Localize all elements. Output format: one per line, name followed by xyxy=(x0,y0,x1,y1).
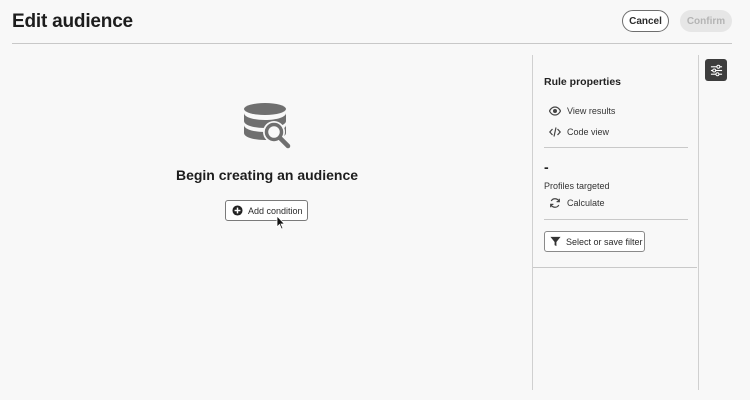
panel-divider xyxy=(544,219,688,220)
refresh-icon xyxy=(550,198,560,208)
filter-icon xyxy=(550,236,561,247)
database-search-icon xyxy=(244,103,291,149)
view-results-button[interactable]: View results xyxy=(549,105,615,117)
mouse-pointer-icon xyxy=(276,215,286,230)
page-header: Edit audience Cancel Confirm xyxy=(0,0,750,44)
empty-state-title: Begin creating an audience xyxy=(175,167,359,183)
header-divider xyxy=(12,43,732,44)
panel-title: Rule properties xyxy=(544,76,622,88)
profiles-targeted-label: Profiles targeted xyxy=(544,181,610,191)
rule-properties-panel: Rule properties View results Code view -… xyxy=(532,55,699,390)
panel-divider xyxy=(533,267,697,268)
add-condition-label: Add condition xyxy=(248,205,303,216)
audience-canvas xyxy=(0,45,532,400)
code-view-button[interactable]: Code view xyxy=(549,126,609,138)
filter-button-label: Select or save filter xyxy=(566,236,643,247)
plus-circle-icon xyxy=(232,205,243,216)
toggle-properties-button[interactable] xyxy=(705,59,727,81)
code-icon xyxy=(549,127,561,137)
add-condition-button[interactable]: Add condition xyxy=(225,200,308,221)
select-or-save-filter-button[interactable]: Select or save filter xyxy=(544,231,645,252)
calculate-button[interactable]: Calculate xyxy=(549,197,605,209)
view-results-label: View results xyxy=(567,106,616,116)
cancel-button[interactable]: Cancel xyxy=(622,10,669,32)
eye-icon xyxy=(549,106,561,116)
page-title: Edit audience xyxy=(12,11,133,32)
panel-divider xyxy=(544,147,688,148)
properties-sliders-icon xyxy=(710,64,722,76)
code-view-label: Code view xyxy=(567,127,610,137)
profiles-targeted-value: - xyxy=(544,159,549,175)
confirm-button[interactable]: Confirm xyxy=(680,10,732,32)
calculate-label: Calculate xyxy=(567,198,605,208)
